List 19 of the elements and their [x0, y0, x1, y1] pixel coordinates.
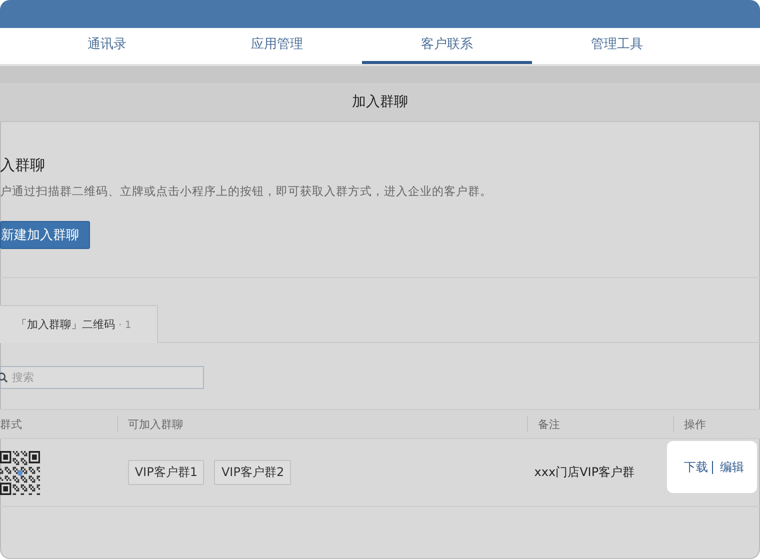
action-link[interactable]: 编辑: [720, 458, 744, 476]
search-field[interactable]: 搜索: [0, 366, 204, 389]
group-tag: VIP客户群1: [128, 460, 204, 485]
section-title: 入群聊: [0, 156, 46, 175]
qr-code-icon: [0, 450, 40, 494]
table-cell: xxx门店VIP客户群: [534, 464, 635, 481]
section-description: 户通过扫描群二维码、立牌或点击小程序上的按钮，即可获取入群方式，进入企业的客户群。: [0, 184, 493, 199]
column-header: 可加入群聊: [128, 416, 183, 432]
group-tag: VIP客户群2: [214, 460, 292, 485]
nav-tab[interactable]: 管理工具: [532, 28, 702, 64]
column-header: 群式: [0, 416, 22, 432]
column-header: 操作: [684, 416, 706, 432]
page-title: 加入群聊: [352, 93, 408, 111]
column-header: 备注: [538, 416, 560, 432]
nav-tab[interactable]: 应用管理: [192, 28, 362, 64]
nav-tab[interactable]: 通讯录: [22, 28, 192, 64]
action-link[interactable]: 下载: [684, 458, 708, 476]
tab[interactable]: 「加入群聊」二维码 · 1: [0, 305, 158, 343]
create-button[interactable]: 新建加入群聊: [0, 221, 90, 249]
